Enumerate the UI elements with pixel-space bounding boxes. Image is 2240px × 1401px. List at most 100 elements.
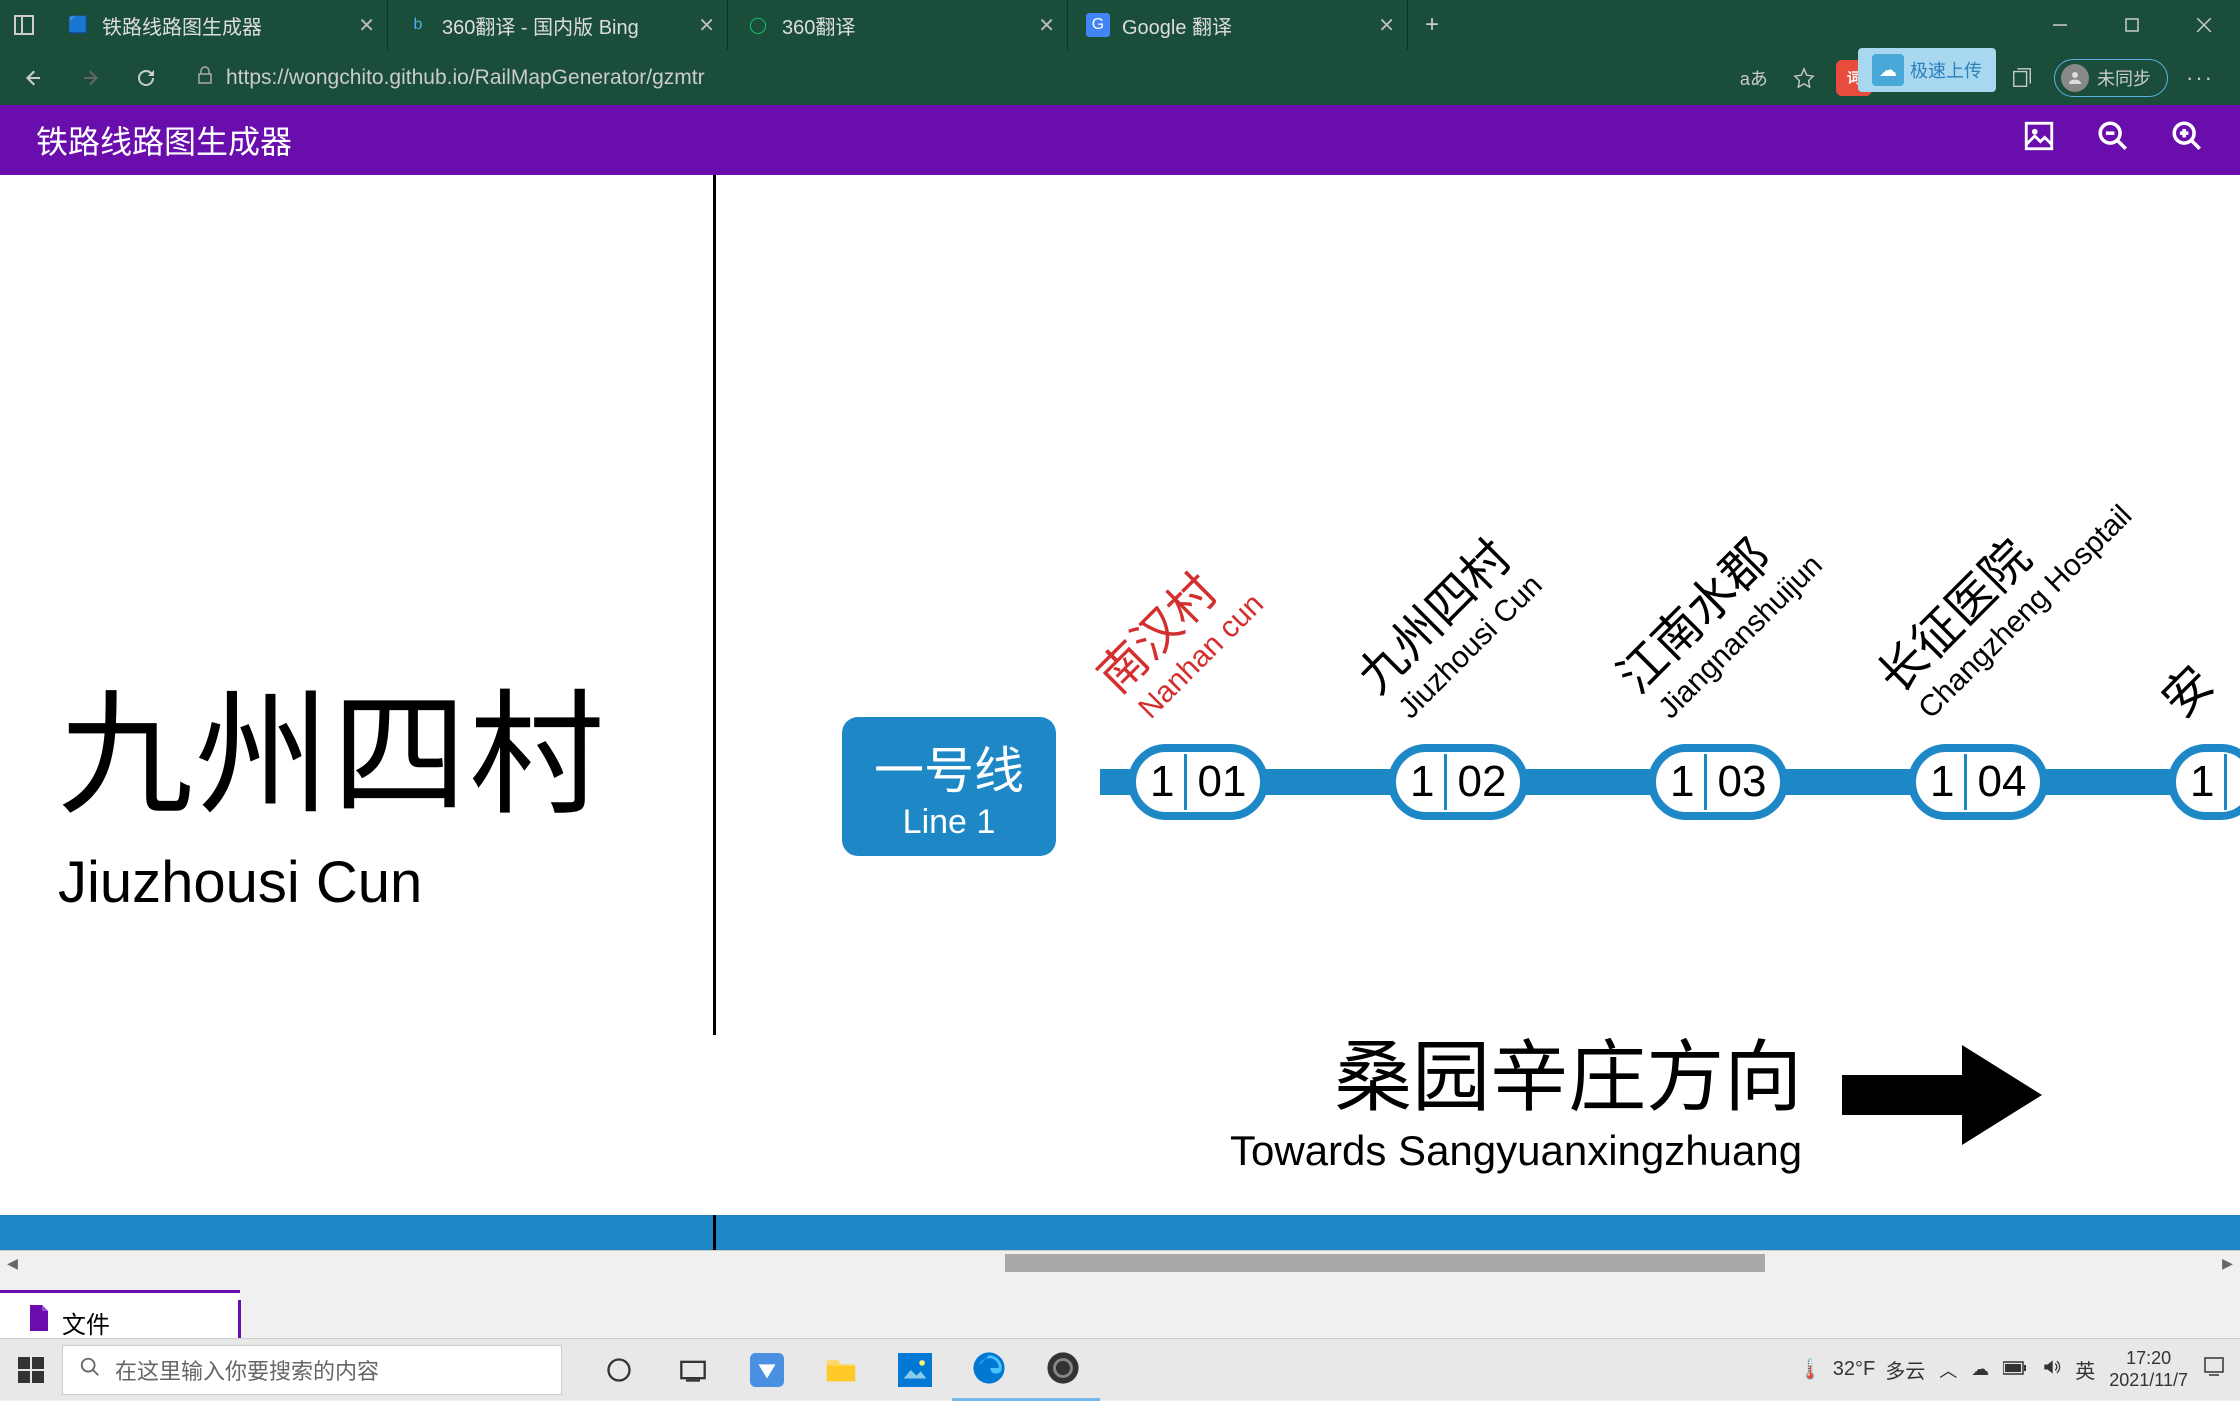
horizontal-scrollbar[interactable]: ◀ ▶ [0, 1250, 2240, 1275]
search-placeholder: 在这里输入你要搜索的内容 [115, 1354, 379, 1386]
menu-button[interactable]: ··· [2182, 60, 2218, 96]
weather-cond: 多云 [1885, 1355, 1925, 1384]
weather-temp: 32°F [1833, 1358, 1875, 1381]
search-icon [79, 1356, 101, 1384]
line-badge-en: Line 1 [874, 803, 1024, 842]
minimize-button[interactable] [2024, 0, 2096, 50]
scroll-track[interactable] [25, 1254, 2215, 1272]
rail-map-canvas[interactable]: 九州四村 Jiuzhousi Cun 一号线 Line 1 南汉村 Nanhan… [0, 175, 2240, 1250]
tab-title: 360翻译 - 国内版 Bing [442, 11, 639, 40]
cortana-icon[interactable] [582, 1339, 656, 1401]
close-icon[interactable]: ✕ [698, 13, 715, 38]
current-station-panel: 九州四村 Jiuzhousi Cun [58, 645, 606, 916]
tab-title: Google 翻译 [1122, 11, 1232, 40]
station-seq-num: 02 [1457, 757, 1506, 807]
photos-icon[interactable] [878, 1339, 952, 1401]
upload-badge[interactable]: ☁ 极速上传 [1858, 48, 1996, 92]
tab-actions-icon[interactable] [0, 0, 48, 50]
ime-indicator[interactable]: 英 [2075, 1355, 2095, 1384]
direction-en: Towards Sangyuanxingzhuang [1230, 1127, 1802, 1175]
close-icon[interactable]: ✕ [358, 13, 375, 38]
station-seq-num: 04 [1977, 757, 2026, 807]
tab-google[interactable]: G Google 翻译 ✕ [1068, 0, 1408, 50]
profile-sync-button[interactable]: 未同步 [2054, 59, 2168, 97]
station-node[interactable]: 江南水郡 Jiangnanshuijun 1 03 [1648, 744, 1788, 820]
task-view-icon[interactable] [656, 1339, 730, 1401]
taskbar: 在这里输入你要搜索的内容 🌡️ 32°F 多云 ︿ ☁ 英 17:20 2021… [0, 1338, 2240, 1400]
station-label: 安 [2143, 647, 2226, 730]
zoom-in-icon[interactable] [2170, 119, 2204, 161]
edge-icon[interactable] [952, 1339, 1026, 1401]
direction-indicator: 桑园辛庄方向 Towards Sangyuanxingzhuang [1230, 1015, 2042, 1175]
url-input[interactable]: https://wongchito.github.io/RailMapGener… [180, 66, 1724, 90]
station-seq-num: 01 [1197, 757, 1246, 807]
time: 17:20 [2109, 1348, 2188, 1370]
volume-icon[interactable] [2041, 1357, 2061, 1382]
lock-icon [196, 66, 214, 90]
station-seq-num: 03 [1717, 757, 1766, 807]
scroll-left-icon[interactable]: ◀ [0, 1255, 25, 1272]
clock[interactable]: 17:20 2021/11/7 [2109, 1348, 2188, 1391]
file-tab-label: 文件 [62, 1305, 110, 1340]
line-badge-cn: 一号线 [874, 731, 1024, 803]
station-label: 江南水郡 Jiangnanshuijun [1598, 499, 1829, 730]
station-node[interactable]: 南汉村 Nanhan cun 1 01 [1128, 744, 1268, 820]
station-node[interactable]: 九州四村 Jiuzhousi Cun 1 02 [1388, 744, 1528, 820]
collections-button[interactable] [2004, 60, 2040, 96]
station-label: 九州四村 Jiuzhousi Cun [1338, 519, 1549, 730]
zoom-out-icon[interactable] [2096, 119, 2130, 161]
weather-widget[interactable]: 🌡️ 32°F 多云 [1798, 1355, 1925, 1384]
read-aloud-button[interactable]: aあ [1736, 60, 1772, 96]
file-explorer-icon[interactable] [804, 1339, 878, 1401]
taskbar-search[interactable]: 在这里输入你要搜索的内容 [62, 1345, 562, 1395]
bottom-divider [713, 1215, 716, 1250]
station-label: 南汉村 Nanhan cun [1078, 538, 1270, 730]
station-line-num: 1 [1150, 757, 1174, 807]
app-title: 铁路线路图生成器 [36, 117, 292, 163]
weather-icon: 🌡️ [1798, 1357, 1823, 1382]
direction-cn: 桑园辛庄方向 [1230, 1015, 1802, 1127]
close-icon[interactable]: ✕ [1038, 13, 1055, 38]
new-tab-button[interactable]: + [1408, 0, 1456, 50]
close-icon[interactable]: ✕ [1378, 13, 1395, 38]
close-window-button[interactable] [2168, 0, 2240, 50]
image-icon[interactable] [2022, 119, 2056, 161]
tab-title: 铁路线路图生成器 [102, 11, 262, 40]
cloud-icon: ☁ [1872, 54, 1904, 86]
favicon-google: G [1086, 13, 1110, 37]
favicon-railmap: 🟦 [66, 13, 90, 37]
app-header: 铁路线路图生成器 [0, 105, 2240, 175]
station-line-num: 1 [1930, 757, 1954, 807]
scroll-thumb[interactable] [1005, 1254, 1765, 1272]
station-line-num: 1 [1670, 757, 1694, 807]
maximize-button[interactable] [2096, 0, 2168, 50]
back-button[interactable] [12, 56, 56, 100]
obs-icon[interactable] [1026, 1339, 1100, 1401]
notifications-icon[interactable] [2202, 1355, 2226, 1384]
station-name-cn: 九州四村 [58, 645, 606, 841]
station-name-en: Jiuzhousi Cun [58, 849, 606, 916]
tab-bing[interactable]: b 360翻译 - 国内版 Bing ✕ [388, 0, 728, 50]
chevron-up-icon[interactable]: ︿ [1939, 1357, 1957, 1383]
forward-button[interactable] [68, 56, 112, 100]
browser-tabstrip: 🟦 铁路线路图生成器 ✕ b 360翻译 - 国内版 Bing ✕ ◯ 360翻… [0, 0, 2240, 50]
bottom-band [0, 1215, 2240, 1250]
station-line-num: 1 [2190, 757, 2214, 807]
url-text: https://wongchito.github.io/RailMapGener… [226, 66, 705, 90]
upload-badge-label: 极速上传 [1910, 57, 1982, 83]
tab-railmap[interactable]: 🟦 铁路线路图生成器 ✕ [48, 0, 388, 50]
station-label: 长征医院 Changzheng Hosptail [1858, 449, 2139, 730]
favicon-360: ◯ [746, 13, 770, 37]
scroll-right-icon[interactable]: ▶ [2215, 1255, 2240, 1272]
refresh-button[interactable] [124, 56, 168, 100]
favicon-bing: b [406, 13, 430, 37]
station-node[interactable]: 长征医院 Changzheng Hosptail 1 04 [1908, 744, 2048, 820]
line-badge: 一号线 Line 1 [842, 717, 1056, 856]
app-tencent-icon[interactable] [730, 1339, 804, 1401]
station-node[interactable]: 安 1 [2168, 744, 2240, 820]
tab-360[interactable]: ◯ 360翻译 ✕ [728, 0, 1068, 50]
favorites-button[interactable] [1786, 60, 1822, 96]
onedrive-icon[interactable]: ☁ [1971, 1359, 1989, 1380]
battery-icon[interactable] [2003, 1359, 2027, 1380]
start-button[interactable] [0, 1339, 62, 1401]
